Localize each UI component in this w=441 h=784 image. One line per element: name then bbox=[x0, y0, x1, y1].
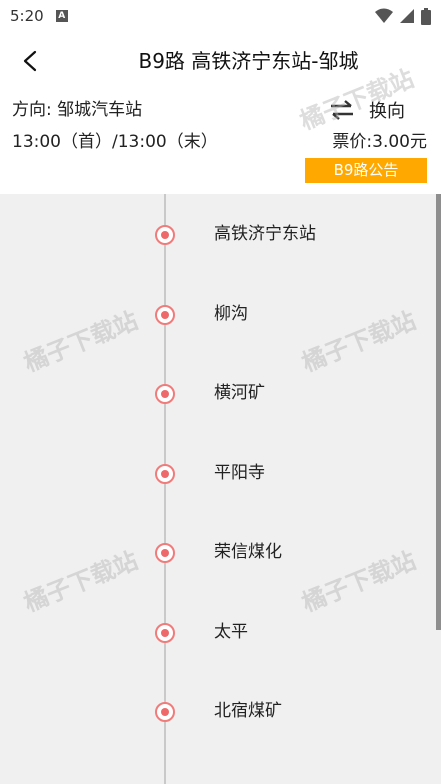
station-dot-icon bbox=[155, 384, 175, 404]
battery-icon bbox=[421, 7, 431, 25]
station-dot-icon bbox=[155, 304, 175, 325]
station-item[interactable]: 柳沟 bbox=[0, 294, 420, 334]
station-dot-icon bbox=[155, 543, 175, 563]
station-name: 北宿煤矿 bbox=[214, 701, 282, 721]
station-list[interactable]: 高铁济宁东站 柳沟横河矿平阳寺荣信煤化太平北宿煤矿 bbox=[0, 194, 441, 784]
status-time: 5:20 bbox=[10, 7, 44, 25]
station-name: 太平 bbox=[214, 621, 248, 642]
station-dot-icon bbox=[155, 622, 175, 643]
swap-arrows-icon bbox=[331, 100, 353, 120]
station-dot-icon bbox=[155, 702, 175, 722]
status-bar: 5:20 A bbox=[0, 0, 441, 32]
station-item[interactable]: 横河矿 bbox=[0, 373, 420, 413]
station-name: 高铁济宁东站 bbox=[214, 224, 316, 244]
direction-label: 方向: bbox=[12, 100, 52, 120]
station-name: 横河矿 bbox=[214, 383, 265, 403]
station-item[interactable]: 荣信煤化 bbox=[0, 532, 420, 572]
station-name: 荣信煤化 bbox=[214, 542, 282, 562]
direction-row: 方向: 邹城汽车站 bbox=[12, 98, 142, 122]
route-notice-button[interactable]: B9路公告 bbox=[305, 158, 427, 183]
page-title: B9路 高铁济宁东站-邹城 bbox=[138, 49, 359, 73]
station-dot-icon bbox=[155, 225, 175, 245]
back-button[interactable] bbox=[14, 42, 46, 80]
station-name: 平阳寺 bbox=[214, 462, 265, 483]
station-dot-icon bbox=[155, 463, 175, 484]
fare: 票价:3.00元 bbox=[332, 132, 427, 152]
station-item[interactable]: 太平 bbox=[0, 612, 420, 652]
station-item[interactable]: 平阳寺 bbox=[0, 453, 420, 493]
status-indicators bbox=[375, 7, 431, 25]
route-info: 方向: 邹城汽车站 换向 13:00（首）/13:00（末） 票价:3.00元 … bbox=[0, 90, 441, 194]
wifi-icon bbox=[375, 8, 393, 23]
scrollbar[interactable] bbox=[436, 194, 441, 630]
swap-label: 换向 bbox=[369, 101, 405, 122]
station-name: 柳沟 bbox=[214, 303, 248, 324]
station-item[interactable]: 北宿煤矿 bbox=[0, 691, 420, 731]
station-item[interactable]: 高铁济宁东站 bbox=[0, 214, 420, 254]
direction-value: 邹城汽车站 bbox=[57, 100, 143, 120]
chevron-left-icon bbox=[23, 50, 37, 72]
service-times: 13:00（首）/13:00（末） bbox=[12, 132, 218, 152]
notification-icon: A bbox=[55, 10, 68, 22]
bus-route-page: 5:20 A B9路 高铁济宁东站-邹城 方向: 邹城汽车站 换向 13:00（… bbox=[0, 0, 441, 784]
swap-direction-button[interactable]: 换向 bbox=[329, 96, 405, 124]
signal-icon bbox=[400, 9, 414, 23]
app-header: B9路 高铁济宁东站-邹城 bbox=[0, 32, 441, 90]
